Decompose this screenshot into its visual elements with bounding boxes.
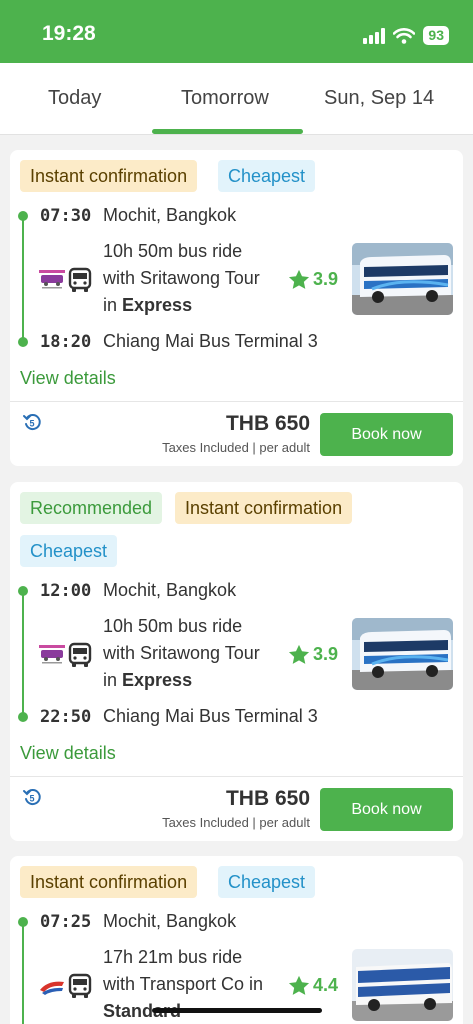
route-line: [22, 922, 24, 1024]
operator-logo-icon: [39, 270, 65, 289]
rating-value: 3.9: [313, 269, 339, 289]
departure-dot: [18, 917, 28, 927]
tab-tomorrow[interactable]: Tomorrow: [181, 87, 269, 110]
rating-value: 3.9: [313, 644, 339, 664]
price: THB 650: [225, 787, 310, 810]
class-prefix: in: [103, 295, 118, 315]
bus-icon: [68, 267, 92, 292]
tab-sun-sep-14[interactable]: Sun, Sep 14: [324, 87, 434, 110]
arrival-time: 18:20: [40, 332, 92, 352]
route-line: [22, 591, 24, 717]
status-icons: 93: [363, 26, 449, 45]
rating: 3.9: [288, 269, 338, 290]
wifi-icon: [393, 27, 416, 44]
cheapest-badge: Cheapest: [218, 866, 316, 898]
book-now-button[interactable]: Book now: [320, 788, 453, 831]
trip-card[interactable]: Instant confirmation Cheapest 07:30 Moch…: [10, 150, 463, 466]
departure-dot: [18, 211, 28, 221]
arrival-place: Chiang Mai Bus Terminal 3: [103, 331, 318, 351]
price-note: Taxes Included | per adult: [162, 815, 310, 830]
svg-text:5: 5: [29, 794, 34, 804]
cheapest-badge: Cheapest: [218, 160, 316, 192]
departure-dot: [18, 586, 28, 596]
bus-photo[interactable]: [352, 243, 453, 315]
operator-logo-icon: [40, 981, 64, 995]
operator-name: with Transport Co in: [103, 974, 264, 994]
rating-value: 4.4: [313, 975, 339, 995]
ride-duration: 17h 21m bus ride: [103, 947, 243, 967]
rating: 3.9: [288, 644, 338, 665]
departure-time: 07:25: [40, 912, 92, 932]
departure-place: Mochit, Bangkok: [103, 580, 237, 600]
recommended-badge: Recommended: [20, 492, 163, 524]
operator-name: with Sritawong Tour: [103, 268, 260, 288]
view-details-link[interactable]: View details: [20, 368, 116, 389]
departure-place: Mochit, Bangkok: [103, 205, 237, 225]
battery-indicator: 93: [423, 26, 449, 45]
bus-class: Express: [122, 295, 193, 315]
history-icon[interactable]: 5: [22, 412, 42, 432]
ride-duration: 10h 50m bus ride: [103, 241, 243, 261]
class-prefix: in: [103, 670, 118, 690]
bus-photo[interactable]: [352, 949, 453, 1021]
arrival-dot: [18, 337, 28, 347]
date-tabs: Today Tomorrow Sun, Sep 14: [0, 63, 473, 135]
tab-today[interactable]: Today: [48, 87, 101, 110]
bus-photo[interactable]: [352, 618, 453, 690]
trip-card[interactable]: Instant confirmation Cheapest 07:25 Moch…: [10, 856, 463, 1024]
ride-info: 10h 50m bus ride with Sritawong Tour in …: [103, 613, 283, 694]
home-indicator: [152, 1008, 322, 1013]
arrival-place: Chiang Mai Bus Terminal 3: [103, 706, 318, 726]
active-tab-indicator: [152, 129, 303, 134]
instant-confirmation-badge: Instant confirmation: [20, 866, 198, 898]
view-details-link[interactable]: View details: [20, 743, 116, 764]
arrival-dot: [18, 712, 28, 722]
price-note: Taxes Included | per adult: [162, 440, 310, 455]
star-icon: [288, 975, 310, 995]
departure-place: Mochit, Bangkok: [103, 911, 237, 931]
rating: 4.4: [288, 975, 338, 996]
bus-icon: [68, 973, 92, 998]
star-icon: [288, 269, 310, 289]
book-now-button[interactable]: Book now: [320, 413, 453, 456]
instant-confirmation-badge: Instant confirmation: [20, 160, 198, 192]
cheapest-badge: Cheapest: [20, 535, 118, 567]
departure-time: 12:00: [40, 581, 92, 601]
star-icon: [288, 644, 310, 664]
status-time: 19:28: [42, 22, 96, 45]
svg-text:5: 5: [29, 419, 34, 429]
ride-info: 10h 50m bus ride with Sritawong Tour in …: [103, 238, 283, 319]
operator-logo-icon: [39, 645, 65, 664]
divider: [10, 401, 463, 402]
arrival-time: 22:50: [40, 707, 92, 727]
bus-class: Express: [122, 670, 193, 690]
cellular-signal-icon: [363, 27, 386, 44]
departure-time: 07:30: [40, 206, 92, 226]
status-bar: 19:28 93: [0, 0, 473, 63]
route-line: [22, 216, 24, 342]
divider: [10, 776, 463, 777]
history-icon[interactable]: 5: [22, 787, 42, 807]
operator-name: with Sritawong Tour: [103, 643, 260, 663]
ride-duration: 10h 50m bus ride: [103, 616, 243, 636]
instant-confirmation-badge: Instant confirmation: [175, 492, 353, 524]
trip-card[interactable]: Recommended Instant confirmation Cheapes…: [10, 482, 463, 841]
price: THB 650: [225, 412, 310, 435]
bus-icon: [68, 642, 92, 667]
